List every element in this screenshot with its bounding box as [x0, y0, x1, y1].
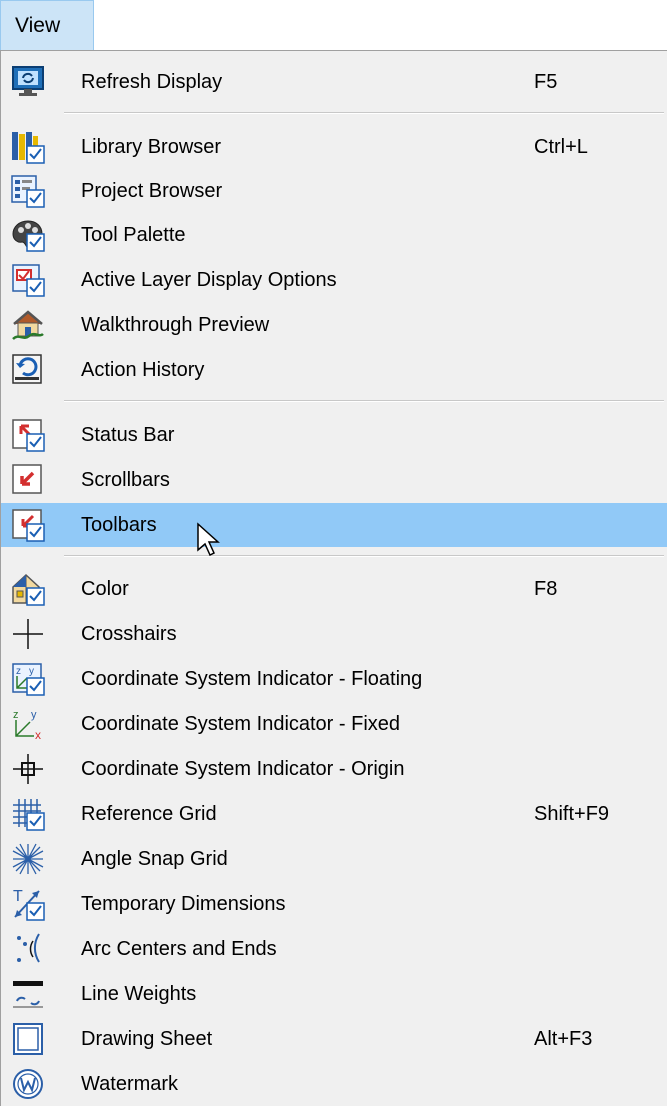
menu-item-label: Arc Centers and Ends	[81, 938, 277, 960]
menu-item-coordinate-fixed[interactable]: zyx Coordinate System Indicator - Fixed	[1, 702, 667, 746]
reference-grid-icon	[11, 797, 45, 831]
menu-item-label: Angle Snap Grid	[81, 848, 228, 870]
svg-text:x: x	[35, 728, 41, 741]
menu-item-active-layer-display-options[interactable]: Active Layer Display Options	[1, 258, 667, 302]
menu-item-label: Library Browser	[81, 136, 222, 158]
menu-item-label: Watermark	[81, 1073, 179, 1095]
walkthrough-preview-icon	[11, 308, 45, 342]
menu-item-coordinate-floating[interactable]: zy Coordinate System Indicator - Floatin…	[1, 657, 667, 701]
coordinate-fixed-icon: zyx	[11, 707, 45, 741]
menu-item-label: Action History	[81, 359, 205, 381]
menu-item-crosshairs[interactable]: Crosshairs	[1, 612, 667, 656]
menu-item-line-weights[interactable]: Line Weights	[1, 972, 667, 1016]
menu-separator	[64, 555, 664, 557]
menu-item-walkthrough-preview[interactable]: Walkthrough Preview	[1, 303, 667, 347]
menu-item-scrollbars[interactable]: Scrollbars	[1, 458, 667, 502]
color-icon	[11, 572, 45, 606]
line-weights-icon	[11, 977, 45, 1011]
view-menu-button[interactable]: View	[0, 0, 94, 50]
menu-item-tool-palette[interactable]: Tool Palette	[1, 213, 667, 257]
menu-item-label: Active Layer Display Options	[81, 269, 337, 291]
menu-separator	[64, 400, 664, 402]
menu-item-label: Walkthrough Preview	[81, 314, 270, 336]
scrollbars-icon	[11, 463, 45, 497]
menu-item-label: Reference Grid	[81, 803, 217, 825]
menu-item-action-history[interactable]: Action History	[1, 348, 667, 392]
project-browser-icon	[11, 174, 45, 208]
view-menu-dropdown: Refresh Display F5 Library Browser Ctrl+…	[0, 50, 667, 1106]
menu-item-label: Status Bar	[81, 424, 175, 446]
menu-item-shortcut: Shift+F9	[534, 803, 610, 825]
menu-item-toolbars[interactable]: Toolbars	[1, 503, 667, 547]
menu-item-reference-grid[interactable]: Reference Grid Shift+F9	[1, 792, 667, 836]
tool-palette-icon	[11, 218, 45, 252]
arc-centers-icon	[11, 932, 45, 966]
menu-separator	[64, 112, 664, 114]
temporary-dimensions-icon: T	[11, 887, 45, 921]
svg-text:z: z	[16, 666, 21, 677]
toolbars-icon	[11, 508, 45, 542]
menu-item-label: Line Weights	[81, 983, 197, 1005]
menu-item-shortcut: Alt+F3	[534, 1028, 593, 1050]
layer-display-icon	[11, 263, 45, 297]
menu-item-shortcut: F5	[534, 71, 558, 93]
coordinate-origin-icon	[11, 752, 45, 786]
menu-item-watermark[interactable]: Watermark	[1, 1062, 667, 1106]
menu-item-status-bar[interactable]: Status Bar	[1, 413, 667, 457]
menu-item-label: Drawing Sheet	[81, 1028, 213, 1050]
menu-item-label: Toolbars	[81, 514, 157, 536]
menu-item-label: Coordinate System Indicator - Fixed	[81, 713, 401, 735]
menu-item-label: Tool Palette	[81, 224, 186, 246]
menu-item-label: Temporary Dimensions	[81, 893, 286, 915]
crosshairs-icon	[11, 617, 45, 651]
mouse-pointer-icon	[196, 522, 222, 558]
menu-item-project-browser[interactable]: Project Browser	[1, 169, 667, 213]
menu-item-label: Scrollbars	[81, 469, 170, 491]
menu-item-refresh-display[interactable]: Refresh Display F5	[1, 60, 667, 104]
menu-item-angle-snap-grid[interactable]: Angle Snap Grid	[1, 837, 667, 881]
menu-item-library-browser[interactable]: Library Browser Ctrl+L	[1, 125, 667, 169]
action-history-icon	[11, 353, 45, 387]
menu-item-label: Project Browser	[81, 180, 223, 202]
watermark-icon	[11, 1067, 45, 1101]
svg-text:T: T	[13, 888, 23, 905]
svg-text:z: z	[13, 709, 19, 721]
menu-item-label: Color	[81, 578, 129, 600]
menu-item-color[interactable]: Color F8	[1, 567, 667, 611]
menu-item-shortcut: Ctrl+L	[534, 136, 588, 158]
drawing-sheet-icon	[11, 1022, 45, 1056]
coordinate-floating-icon: zy	[11, 662, 45, 696]
menu-item-label: Crosshairs	[81, 623, 177, 645]
menu-item-label: Coordinate System Indicator - Floating	[81, 668, 423, 690]
refresh-display-icon	[11, 65, 45, 99]
svg-text:y: y	[29, 666, 34, 677]
angle-snap-grid-icon	[11, 842, 45, 876]
menu-item-shortcut: F8	[534, 578, 558, 600]
library-browser-icon	[11, 130, 45, 164]
status-bar-icon	[11, 418, 45, 452]
menu-item-arc-centers-and-ends[interactable]: Arc Centers and Ends	[1, 927, 667, 971]
menu-item-coordinate-origin[interactable]: Coordinate System Indicator - Origin	[1, 747, 667, 791]
menu-item-temporary-dimensions[interactable]: T Temporary Dimensions	[1, 882, 667, 926]
menu-item-drawing-sheet[interactable]: Drawing Sheet Alt+F3	[1, 1017, 667, 1061]
menu-item-label: Refresh Display	[81, 71, 223, 93]
menu-item-label: Coordinate System Indicator - Origin	[81, 758, 405, 780]
svg-text:y: y	[31, 709, 37, 721]
